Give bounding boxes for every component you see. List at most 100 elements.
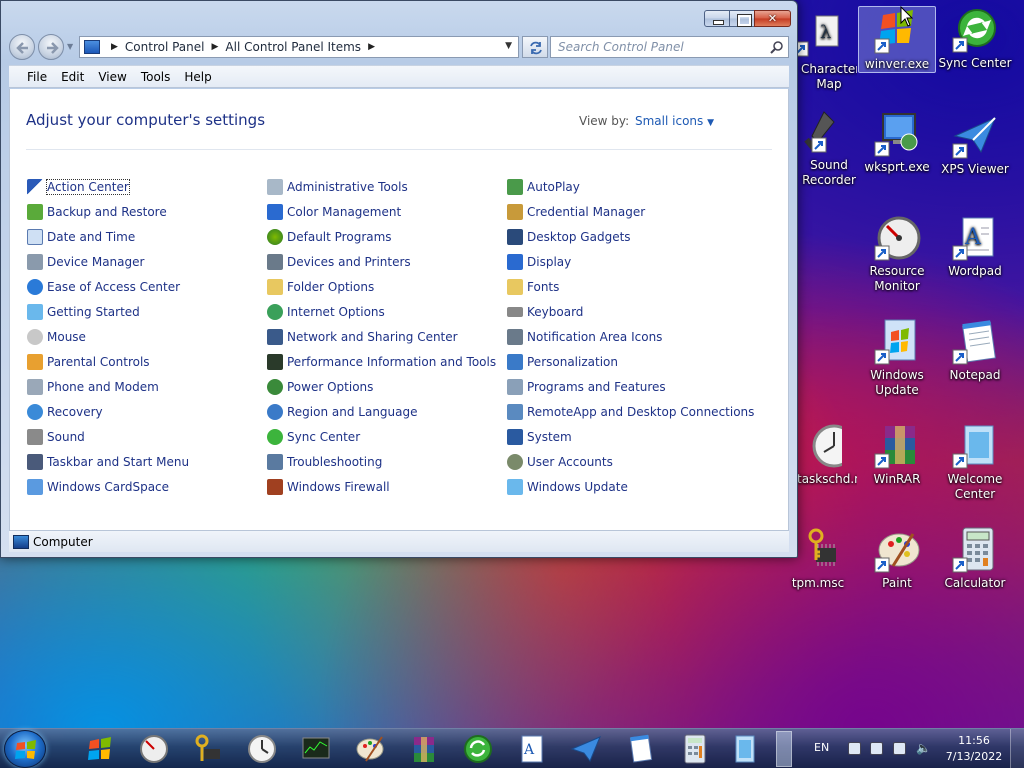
taskbar-performance-icon[interactable]	[300, 733, 332, 765]
menu-file[interactable]: File	[9, 70, 54, 84]
taskbar-winver-icon[interactable]	[84, 733, 116, 765]
cp-item-credential-manager[interactable]: Credential Manager	[507, 202, 645, 222]
desktop-icon-resource-monitor[interactable]: Resource Monitor	[858, 214, 936, 294]
breadcrumb-separator-icon[interactable]: ▶	[368, 42, 375, 52]
cp-item-phone-modem[interactable]: Phone and Modem	[27, 377, 159, 397]
tray-network-icon[interactable]	[893, 742, 906, 755]
cp-item-mouse[interactable]: Mouse	[27, 327, 86, 347]
cp-item-getting-started[interactable]: Getting Started	[27, 302, 140, 322]
desktop-icon-winrar[interactable]: WinRAR	[858, 422, 936, 487]
maximize-button[interactable]	[729, 10, 755, 27]
close-button[interactable]: ✕	[754, 10, 791, 27]
cp-item-performance[interactable]: Performance Information and Tools	[267, 352, 496, 372]
cp-item-ease-of-access[interactable]: Ease of Access Center	[27, 277, 180, 297]
cp-item-sound[interactable]: Sound	[27, 427, 85, 447]
cp-item-sync-center[interactable]: Sync Center	[267, 427, 360, 447]
cp-item-region-language[interactable]: Region and Language	[267, 402, 418, 422]
back-button[interactable]	[9, 34, 35, 60]
taskbar-notepad-icon[interactable]	[624, 733, 656, 765]
desktop-icon-wordpad[interactable]: A Wordpad	[936, 214, 1014, 279]
taskbar-wordpad-icon[interactable]: A	[516, 733, 548, 765]
desktop-icon-windows-update[interactable]: Windows Update	[858, 318, 936, 398]
cp-item-fonts[interactable]: Fonts	[507, 277, 559, 297]
cp-item-action-center[interactable]: Action Center	[27, 177, 130, 197]
cp-item-autoplay[interactable]: AutoPlay	[507, 177, 580, 197]
minimize-button[interactable]	[704, 10, 730, 27]
desktop-icon-xps-viewer[interactable]: XPS Viewer	[936, 112, 1014, 177]
cp-item-recovery[interactable]: Recovery	[27, 402, 103, 422]
breadcrumb-all-items[interactable]: All Control Panel Items	[225, 40, 361, 54]
search-input[interactable]: Search Control Panel	[550, 36, 789, 58]
menu-view[interactable]: View	[91, 70, 133, 84]
search-icon[interactable]	[770, 40, 784, 54]
desktop-icon-wksprt[interactable]: wksprt.exe	[858, 110, 936, 175]
clock-time[interactable]: 11:56	[948, 734, 1000, 747]
desktop-icon-sync-center[interactable]: Sync Center	[936, 6, 1014, 71]
cp-item-windows-cardspace[interactable]: Windows CardSpace	[27, 477, 169, 497]
recent-pages-dropdown[interactable]: ▼	[67, 42, 75, 51]
taskbar-xps-viewer-icon[interactable]	[570, 733, 602, 765]
taskbar-tpm-icon[interactable]	[192, 733, 224, 765]
cp-item-programs-features[interactable]: Programs and Features	[507, 377, 666, 397]
breadcrumb-control-panel[interactable]: Control Panel	[125, 40, 205, 54]
address-dropdown-icon[interactable]: ▼	[505, 41, 512, 51]
address-bar[interactable]: ▶ Control Panel ▶ All Control Panel Item…	[79, 36, 519, 58]
cp-item-keyboard[interactable]: Keyboard	[507, 302, 583, 322]
cp-item-color-management[interactable]: Color Management	[267, 202, 401, 222]
menu-help[interactable]: Help	[177, 70, 218, 84]
cp-item-device-manager[interactable]: Device Manager	[27, 252, 144, 272]
cp-item-network-sharing[interactable]: Network and Sharing Center	[267, 327, 458, 347]
close-icon: ✕	[767, 12, 778, 25]
language-indicator[interactable]: EN	[814, 741, 829, 754]
menu-tools[interactable]: Tools	[134, 70, 178, 84]
cp-item-devices-printers[interactable]: Devices and Printers	[267, 252, 411, 272]
tray-action-center-icon[interactable]	[870, 742, 883, 755]
desktop-icon-notepad[interactable]: Notepad	[936, 318, 1014, 383]
desktop-icon-winver[interactable]: winver.exe	[858, 6, 936, 73]
taskbar-paint-icon[interactable]	[354, 733, 386, 765]
show-desktop-button[interactable]	[1010, 729, 1024, 768]
taskbar-resource-monitor-icon[interactable]	[138, 733, 170, 765]
taskbar-winrar-icon[interactable]	[408, 733, 440, 765]
taskbar-scroll-buttons[interactable]	[776, 731, 792, 767]
cp-item-internet-options[interactable]: Internet Options	[267, 302, 385, 322]
cp-item-taskbar-start[interactable]: Taskbar and Start Menu	[27, 452, 189, 472]
cp-item-default-programs[interactable]: Default Programs	[267, 227, 392, 247]
cp-item-user-accounts[interactable]: User Accounts	[507, 452, 613, 472]
tray-volume-icon[interactable]: 🔈	[916, 742, 931, 755]
cp-item-system[interactable]: System	[507, 427, 572, 447]
desktop-icon-paint[interactable]: Paint	[858, 526, 936, 591]
cp-item-notification-icons[interactable]: Notification Area Icons	[507, 327, 662, 347]
cp-item-backup-restore[interactable]: Backup and Restore	[27, 202, 167, 222]
menu-edit[interactable]: Edit	[54, 70, 91, 84]
cp-item-remoteapp[interactable]: RemoteApp and Desktop Connections	[507, 402, 754, 422]
cp-item-display[interactable]: Display	[507, 252, 571, 272]
control-panel-window: ✕ ▼ ▶ Control Panel ▶ All Control Panel …	[0, 0, 798, 558]
cp-item-power-options[interactable]: Power Options	[267, 377, 373, 397]
cp-item-troubleshooting[interactable]: Troubleshooting	[267, 452, 382, 472]
taskbar-welcome-center-icon[interactable]	[728, 733, 760, 765]
cp-item-parental-controls[interactable]: Parental Controls	[27, 352, 150, 372]
breadcrumb-separator-icon[interactable]: ▶	[212, 42, 219, 52]
cp-item-administrative-tools[interactable]: Administrative Tools	[267, 177, 408, 197]
cp-item-folder-options[interactable]: Folder Options	[267, 277, 374, 297]
cp-item-date-time[interactable]: Date and Time	[27, 227, 135, 247]
cp-item-personalization[interactable]: Personalization	[507, 352, 618, 372]
view-by-dropdown[interactable]: Small icons ▼	[635, 114, 714, 128]
clock-date[interactable]: 7/13/2022	[940, 750, 1008, 763]
taskbar-calculator-icon[interactable]	[678, 733, 710, 765]
start-button[interactable]	[4, 730, 46, 768]
window-titlebar[interactable]: ✕	[1, 1, 797, 31]
desktop-icon-label: Wordpad	[948, 264, 1002, 278]
refresh-button[interactable]	[522, 36, 548, 58]
forward-button[interactable]	[38, 34, 64, 60]
breadcrumb-separator-icon[interactable]: ▶	[111, 42, 118, 52]
tray-device-icon[interactable]	[848, 742, 861, 755]
cp-item-windows-firewall[interactable]: Windows Firewall	[267, 477, 390, 497]
desktop-icon-welcome-center[interactable]: Welcome Center	[936, 422, 1014, 502]
taskbar-sync-center-icon[interactable]	[462, 733, 494, 765]
taskbar-clock-icon[interactable]	[246, 733, 278, 765]
desktop-icon-calculator[interactable]: Calculator	[936, 526, 1014, 591]
cp-item-windows-update[interactable]: Windows Update	[507, 477, 628, 497]
cp-item-desktop-gadgets[interactable]: Desktop Gadgets	[507, 227, 631, 247]
